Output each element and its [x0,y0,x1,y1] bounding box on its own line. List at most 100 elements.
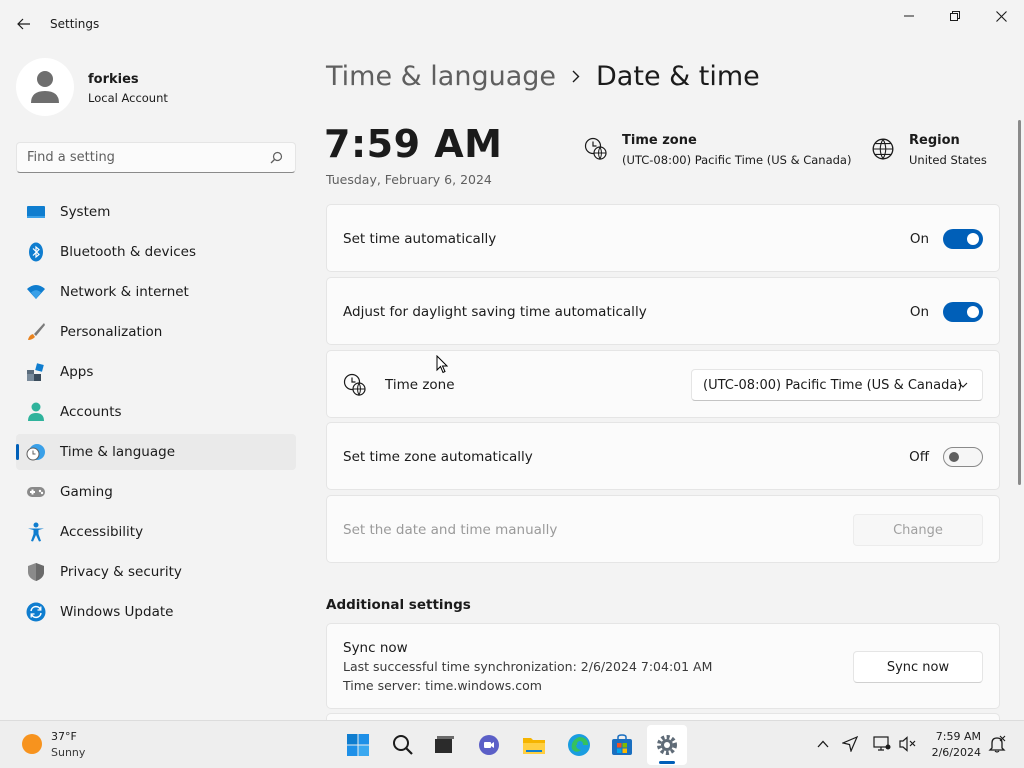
sync-title: Sync now [343,640,408,656]
sync-now-card: Sync now Last successful time synchroniz… [326,623,1000,709]
search-icon[interactable] [270,151,283,164]
set-time-auto-label: Set time automatically [343,231,497,247]
sidebar-item-accessibility[interactable]: Accessibility [16,514,296,550]
sidebar-item-label: Personalization [60,324,163,340]
network-tray-button[interactable] [871,733,893,755]
location-tray-button[interactable] [839,733,861,755]
globe-icon [872,138,894,160]
search-icon [393,735,413,755]
volume-tray-button[interactable] [897,733,919,755]
page-title: Date & time [596,60,760,92]
bluetooth-icon [26,242,46,262]
store-button[interactable] [602,725,642,765]
set-time-auto-card: Set time automatically On [326,204,1000,272]
daylight-saving-card: Adjust for daylight saving time automati… [326,277,1000,345]
sidebar-item-personalization[interactable]: Personalization [16,314,296,350]
paintbrush-icon [26,322,46,342]
weather-condition: Sunny [51,746,86,759]
sidebar-item-apps[interactable]: Apps [16,354,296,390]
window-title: Settings [50,17,100,31]
chat-icon [479,735,499,755]
chevron-down-icon [958,382,968,388]
sidebar-item-label: Apps [60,364,94,380]
clock-globe-icon [26,442,46,462]
change-button[interactable]: Change [853,514,983,546]
minimize-button[interactable] [886,0,932,32]
show-hidden-icons-button[interactable] [812,733,834,755]
sun-icon [22,734,42,754]
sidebar-item-time-language[interactable]: Time & language [16,434,296,470]
windows-logo-icon [347,734,369,756]
settings-app-button[interactable] [647,725,687,765]
close-button[interactable] [978,0,1024,32]
sidebar-item-windows-update[interactable]: Windows Update [16,594,296,630]
gear-icon [657,735,677,755]
restore-button[interactable] [932,0,978,32]
time-zone-dropdown[interactable]: (UTC-08:00) Pacific Time (US & Canada) [691,369,983,401]
breadcrumb-parent[interactable]: Time & language [326,61,556,92]
sidebar-item-label: Privacy & security [60,564,182,580]
daylight-saving-state: On [909,304,929,320]
sidebar-item-label: System [60,204,111,220]
notification-bell-icon [988,735,1006,753]
update-icon [26,602,46,622]
monitor-icon [26,202,46,222]
sidebar-item-network[interactable]: Network & internet [16,274,296,310]
daylight-saving-toggle[interactable] [943,302,983,322]
sidebar-item-label: Gaming [60,484,113,500]
start-button[interactable] [338,725,378,765]
sidebar-item-bluetooth[interactable]: Bluetooth & devices [16,234,296,270]
notifications-button[interactable] [986,733,1008,755]
mouse-cursor-icon [436,355,448,374]
region-title: Region [909,133,960,148]
accessibility-icon [26,522,46,542]
scrollbar[interactable] [1018,120,1021,485]
sidebar-item-label: Time & language [60,444,176,460]
time-zone-selected: (UTC-08:00) Pacific Time (US & Canada) [703,377,963,393]
edge-browser-button[interactable] [559,725,599,765]
set-tz-auto-state: Off [909,449,929,465]
back-arrow-icon [17,18,30,30]
sidebar-item-privacy[interactable]: Privacy & security [16,554,296,590]
current-time: 7:59 AM [324,122,503,166]
set-tz-auto-toggle[interactable] [943,447,983,467]
taskbar: 37°F Sunny 7:59 AM 2/6/2024 [0,720,1024,768]
additional-settings-title: Additional settings [326,597,471,613]
search-input[interactable] [17,143,257,172]
wifi-icon [26,282,46,302]
file-explorer-button[interactable] [514,725,554,765]
set-time-auto-toggle[interactable] [943,229,983,249]
timezone-info: Time zone (UTC-08:00) Pacific Time (US &… [584,133,851,167]
edge-icon [568,734,590,756]
back-button[interactable] [10,10,38,38]
timezone-title: Time zone [622,133,697,148]
user-profile[interactable]: forkies Local Account [16,58,296,118]
current-date: Tuesday, February 6, 2024 [326,172,492,187]
minimize-icon [904,15,914,17]
sidebar-item-gaming[interactable]: Gaming [16,474,296,510]
sidebar-item-label: Windows Update [60,604,174,620]
task-view-icon [435,736,454,753]
taskbar-search-button[interactable] [383,725,423,765]
breadcrumb: Time & language Date & time [326,56,760,96]
chevron-up-icon [817,740,829,748]
set-time-auto-state: On [909,231,929,247]
sidebar-item-label: Network & internet [60,284,189,300]
task-view-button[interactable] [424,725,464,765]
gamepad-icon [26,482,46,502]
store-icon [612,734,632,755]
manual-datetime-label: Set the date and time manually [343,522,558,538]
sync-now-button[interactable]: Sync now [853,651,983,683]
close-icon [995,10,1007,22]
set-tz-auto-card: Set time zone automatically Off [326,422,1000,490]
time-server-text: Time server: time.windows.com [343,678,542,693]
sidebar-item-accounts[interactable]: Accounts [16,394,296,430]
chat-button[interactable] [469,725,509,765]
region-value: United States [909,153,987,167]
sidebar-item-system[interactable]: System [16,194,296,230]
region-info: Region United States [871,133,987,167]
clock-globe-icon [343,373,366,397]
title-bar: Settings [0,0,1024,48]
time-zone-card: Time zone (UTC-08:00) Pacific Time (US &… [326,350,1000,418]
manual-datetime-card: Set the date and time manually Change [326,495,1000,563]
